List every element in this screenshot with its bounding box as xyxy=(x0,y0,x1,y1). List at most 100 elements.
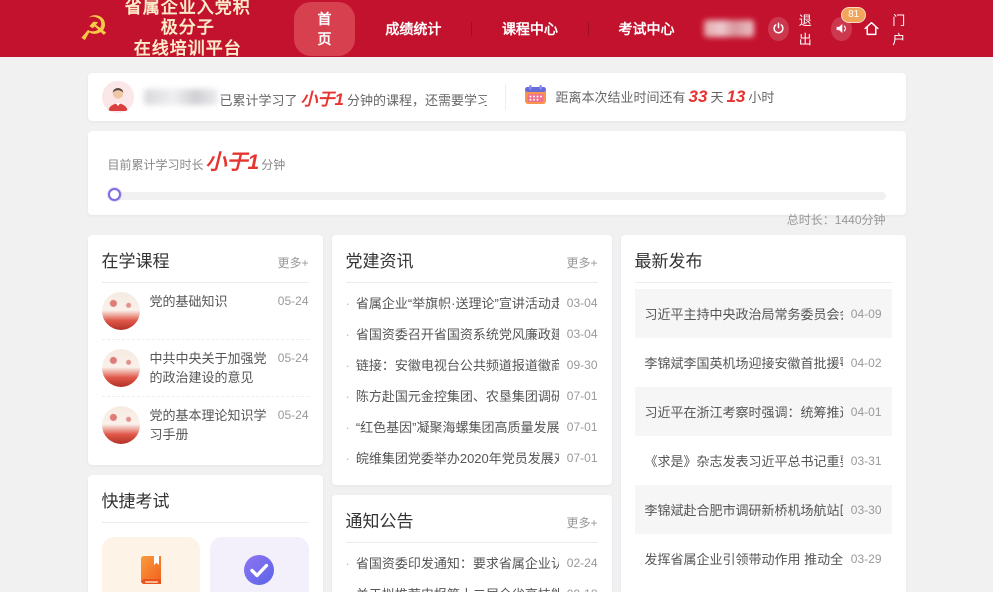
course-item[interactable]: 05-24 党的基础知识 xyxy=(102,283,309,340)
news-title[interactable]: 省属企业“举旗帜·送理论”宣讲活动走进华安... xyxy=(346,293,559,312)
news-title[interactable]: “红色基因”凝聚海螺集团高质量发展磅礴力... xyxy=(346,417,559,436)
news-date: 07-01 xyxy=(567,389,598,403)
notification-badge: 81 xyxy=(841,7,866,23)
news-date: 07-01 xyxy=(567,451,598,465)
nav-home[interactable]: 首页 xyxy=(294,2,355,56)
notice-date: 02-24 xyxy=(567,556,598,570)
news-item[interactable]: 省国资委召开省国资系统党风廉政建设和反腐...03-04 xyxy=(346,318,598,349)
study-prefix: 已累计学习了 xyxy=(220,93,298,108)
news-item[interactable]: “红色基因”凝聚海螺集团高质量发展磅礴力... 07-01 xyxy=(346,411,598,442)
course-title[interactable]: 党的基础知识 xyxy=(150,294,228,309)
latest-title[interactable]: 习近平主持中央政治局常务委员会会议 分析国... xyxy=(645,304,843,323)
nav-score-stats[interactable]: 成绩统计 xyxy=(355,19,471,39)
news-item[interactable]: 皖维集团党委举办2020年党员发展对象培训班... 07-01 xyxy=(346,442,598,473)
latest-date: 03-31 xyxy=(851,454,882,468)
news-title[interactable]: 皖维集团党委举办2020年党员发展对象培训班... xyxy=(346,448,559,467)
portal-link[interactable]: 门户 xyxy=(892,10,914,48)
latest-title[interactable]: 发挥省属企业引领带动作用 推动全省企业尽快... xyxy=(645,549,843,568)
news-title[interactable]: 省国资委召开省国资系统党风廉政建设和反腐... xyxy=(346,324,559,343)
final-exam-tile[interactable]: 结业考试 xyxy=(210,537,309,592)
latest-item[interactable]: 李锦斌赴合肥市调研新桥机场航站区规划建设... 03-30 xyxy=(635,485,892,534)
notice-item[interactable]: 省国资委印发通知：要求省属企业认真贯彻落... 02-24 xyxy=(346,547,598,578)
check-circle-icon xyxy=(242,553,276,592)
news-item[interactable]: 链接：安徽电视台公共频道报道徽商职业学院... 09-30 xyxy=(346,349,598,380)
mock-exam-tile[interactable]: 模拟考试 xyxy=(102,537,201,592)
course-item[interactable]: 05-24 党的基本理论知识学习手册 xyxy=(102,397,309,453)
courses-card: 在学课程 更多+ 05-24 党的基础知识 05-24 中共中央关于加强党的政治建设… xyxy=(88,235,323,465)
notices-card: 通知公告 更多+ 省国资委印发通知：要求省属企业认真贯彻落...02-24 关于… xyxy=(332,495,612,592)
latest-date: 04-09 xyxy=(851,307,882,321)
progress-unit: 分钟 xyxy=(261,158,285,172)
party-news-card: 党建资讯 更多+ 省属企业“举旗帜·送理论”宣讲活动走进华安... 03-04 省… xyxy=(332,235,612,485)
latest-posts-title: 最新发布 xyxy=(635,247,703,272)
username-redacted xyxy=(144,89,218,105)
latest-title[interactable]: 习近平在浙江考察时强调：统筹推进疫情防控... xyxy=(645,402,843,421)
news-title[interactable]: 链接：安徽电视台公共频道报道徽商职业学院... xyxy=(346,355,559,374)
nav-exam-center[interactable]: 考试中心 xyxy=(588,19,704,39)
news-date: 09-30 xyxy=(567,358,598,372)
course-thumbnail xyxy=(102,349,140,387)
progress-label-text: 目前累计学习时长 xyxy=(108,158,204,172)
news-date: 07-01 xyxy=(567,420,598,434)
quick-exam-card: 快捷考试 模拟考试 结业考试 xyxy=(88,475,323,592)
latest-title[interactable]: 李锦斌赴合肥市调研新桥机场航站区规划建设... xyxy=(645,500,843,519)
quick-exam-title: 快捷考试 xyxy=(102,487,170,512)
notices-more-link[interactable]: 更多+ xyxy=(566,514,597,531)
logout-button[interactable]: 退出 xyxy=(799,10,821,48)
course-date: 05-24 xyxy=(278,406,309,425)
latest-date: 04-02 xyxy=(851,356,882,370)
course-title[interactable]: 中共中央关于加强党的政治建设的意见 xyxy=(150,351,267,385)
notice-title[interactable]: 省国资委印发通知：要求省属企业认真贯彻落... xyxy=(346,553,559,572)
main-nav: 首页 成绩统计 课程中心 考试中心 xyxy=(294,2,704,56)
latest-item[interactable]: 习近平主持中央政治局常务委员会会议 分析国... 04-09 xyxy=(635,289,892,338)
sound-icon[interactable]: 81 xyxy=(831,17,852,41)
study-minutes-highlight: 小于1 xyxy=(298,90,347,109)
course-thumbnail xyxy=(102,406,140,444)
courses-title: 在学课程 xyxy=(102,247,170,272)
user-info-bar: 已累计学习了小于1分钟的课程，还需要学习1440分钟即可参加考试，继续加油！ 距… xyxy=(88,73,906,121)
news-item[interactable]: 陈方赴国元金控集团、农垦集团调研督导 07-01 xyxy=(346,380,598,411)
latest-posts-list: 习近平主持中央政治局常务委员会会议 分析国... 04-09 李锦斌李国英机场迎接… xyxy=(635,283,892,583)
latest-date: 03-30 xyxy=(851,503,882,517)
home-icon[interactable] xyxy=(862,17,883,41)
user-avatar[interactable] xyxy=(102,81,134,113)
latest-item[interactable]: 发挥省属企业引领带动作用 推动全省企业尽快...03-29 xyxy=(635,534,892,583)
countdown-prefix: 距离本次结业时间还有 xyxy=(556,90,686,105)
latest-item[interactable]: 习近平在浙江考察时强调：统筹推进疫情防控... 04-01 xyxy=(635,387,892,436)
countdown-hours-unit: 小时 xyxy=(748,90,774,105)
course-date: 05-24 xyxy=(278,349,309,368)
party-news-more-link[interactable]: 更多+ xyxy=(566,254,597,271)
countdown-days-unit: 天 xyxy=(710,90,723,105)
latest-posts-card: 最新发布 习近平主持中央政治局常务委员会会议 分析国... 04-09 李锦斌李国… xyxy=(621,235,906,592)
news-date: 03-04 xyxy=(567,296,598,310)
slider-track[interactable] xyxy=(112,192,886,200)
nav-course-center[interactable]: 课程中心 xyxy=(472,19,588,39)
party-news-title: 党建资讯 xyxy=(346,247,414,272)
latest-date: 04-01 xyxy=(851,405,882,419)
course-thumbnail xyxy=(102,292,140,330)
book-icon xyxy=(134,553,168,592)
notices-list: 省国资委印发通知：要求省属企业认真贯彻落... 02-24 关于拟推荐申报第十二届… xyxy=(346,543,598,592)
news-item[interactable]: 省属企业“举旗帜·送理论”宣讲活动走进华安... 03-04 xyxy=(346,287,598,318)
total-duration: 总时长：1440分钟 xyxy=(108,211,886,228)
course-date: 05-24 xyxy=(278,292,309,311)
app-title-line1: 省属企业入党积极分子 xyxy=(117,0,258,39)
progress-slider xyxy=(108,188,886,203)
notice-title[interactable]: 关于拟推荐申报第十二届全省高技能人才评选... xyxy=(346,584,559,592)
latest-title[interactable]: 《求是》杂志发表习近平总书记重要文章《在... xyxy=(645,451,843,470)
party-news-list: 省属企业“举旗帜·送理论”宣讲活动走进华安... 03-04 省国资委召开省国资系… xyxy=(346,283,598,473)
news-title[interactable]: 陈方赴国元金控集团、农垦集团调研督导 xyxy=(346,386,559,405)
notice-item[interactable]: 关于拟推荐申报第十二届全省高技能人才评选...09-18 xyxy=(346,578,598,592)
countdown-hours: 13 xyxy=(723,87,748,106)
slider-handle[interactable] xyxy=(108,188,121,201)
progress-label: 目前累计学习时长小于1分钟 xyxy=(108,146,886,176)
latest-item[interactable]: 《求是》杂志发表习近平总书记重要文章《在... 03-31 xyxy=(635,436,892,485)
progress-value: 小于1 xyxy=(204,151,262,174)
latest-item[interactable]: 李锦斌李国英机场迎接安徽首批援鄂医疗队凯... 04-02 xyxy=(635,338,892,387)
course-item[interactable]: 05-24 中共中央关于加强党的政治建设的意见 xyxy=(102,340,309,397)
power-icon[interactable] xyxy=(768,17,789,41)
courses-more-link[interactable]: 更多+ xyxy=(277,254,308,271)
course-title[interactable]: 党的基本理论知识学习手册 xyxy=(150,408,267,442)
study-progress-card: 目前累计学习时长小于1分钟 总时长：1440分钟 xyxy=(88,131,906,215)
latest-title[interactable]: 李锦斌李国英机场迎接安徽首批援鄂医疗队凯... xyxy=(645,353,843,372)
